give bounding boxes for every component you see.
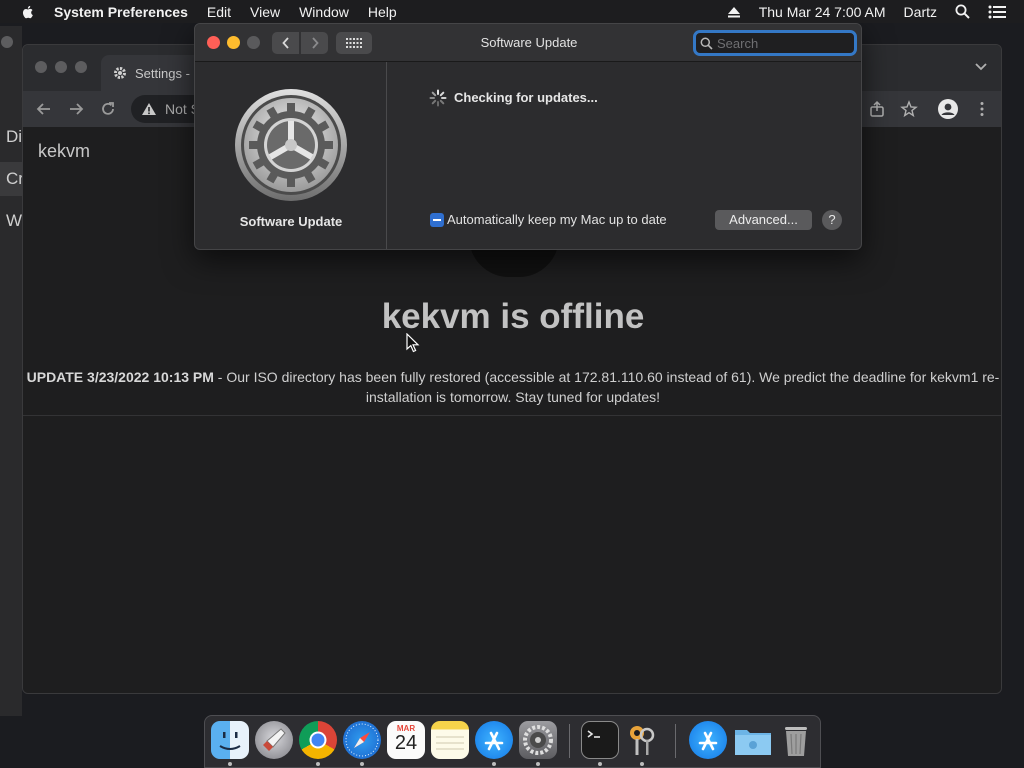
help-button[interactable]: ? bbox=[822, 210, 842, 230]
search-input[interactable] bbox=[717, 35, 837, 51]
notes-lines-icon bbox=[436, 736, 464, 750]
close-button[interactable] bbox=[207, 36, 220, 49]
share-icon[interactable] bbox=[868, 100, 886, 118]
menu-window[interactable]: Window bbox=[299, 4, 349, 20]
running-indicator bbox=[598, 762, 602, 766]
background-window-left: Di Cr W bbox=[0, 26, 24, 716]
search-field[interactable] bbox=[693, 30, 857, 56]
update-notice: UPDATE 3/23/2022 10:13 PM - Our ISO dire… bbox=[23, 367, 1001, 407]
back-arrow-icon[interactable] bbox=[35, 100, 53, 118]
app-store-a-icon bbox=[484, 731, 504, 751]
software-update-gear-icon bbox=[235, 89, 347, 201]
calendar-day: 24 bbox=[394, 732, 418, 754]
browser-close-button[interactable] bbox=[35, 61, 47, 73]
keychain-access-icon[interactable] bbox=[623, 721, 661, 759]
browser-minimize-button[interactable] bbox=[55, 61, 67, 73]
rocket-icon bbox=[263, 728, 286, 751]
chrome-icon[interactable] bbox=[299, 721, 337, 759]
menu-clock[interactable]: Thu Mar 24 7:00 AM bbox=[759, 4, 886, 20]
status-text: Checking for updates... bbox=[454, 90, 598, 105]
running-indicator bbox=[228, 762, 232, 766]
window-close-button[interactable] bbox=[1, 36, 13, 48]
search-icon bbox=[700, 37, 713, 50]
more-menu-icon[interactable] bbox=[973, 100, 991, 118]
dock-divider bbox=[675, 724, 676, 758]
auto-update-checkbox[interactable] bbox=[430, 213, 444, 227]
gear-icon bbox=[114, 67, 126, 79]
calendar-icon[interactable]: MAR 24 bbox=[387, 721, 425, 759]
dock-divider bbox=[569, 724, 570, 758]
sidebar-label: Software Update bbox=[239, 214, 343, 229]
running-indicator bbox=[536, 762, 540, 766]
launchpad-icon[interactable] bbox=[255, 721, 293, 759]
folder-icon bbox=[735, 730, 771, 755]
eject-icon[interactable] bbox=[727, 6, 741, 18]
terminal-icon[interactable] bbox=[581, 721, 619, 759]
safari-icon[interactable] bbox=[343, 721, 381, 759]
update-text: - Our ISO directory has been fully resto… bbox=[213, 369, 1000, 405]
spotlight-search-icon[interactable] bbox=[955, 4, 970, 19]
minimize-button[interactable] bbox=[227, 36, 240, 49]
gear-icon bbox=[523, 725, 553, 755]
menu-edit[interactable]: Edit bbox=[207, 4, 231, 20]
forward-arrow-icon[interactable] bbox=[67, 100, 85, 118]
keys-icon bbox=[630, 726, 655, 755]
software-update-window: Software Update Search Software Update C… bbox=[194, 23, 862, 250]
app-store-icon[interactable] bbox=[475, 721, 513, 759]
left-window-row[interactable]: W bbox=[0, 204, 22, 238]
grid-icon bbox=[346, 38, 362, 48]
trash-icon[interactable] bbox=[777, 721, 815, 759]
running-indicator bbox=[360, 762, 364, 766]
sidebar-panel: Software Update bbox=[195, 62, 387, 249]
menu-user[interactable]: Dartz bbox=[904, 4, 937, 20]
app-store-a-icon bbox=[698, 731, 718, 751]
profile-avatar-icon[interactable] bbox=[937, 98, 959, 120]
zoom-button[interactable] bbox=[247, 36, 260, 49]
auto-update-label[interactable]: Automatically keep my Mac up to date bbox=[447, 212, 667, 227]
compass-icon bbox=[345, 723, 379, 757]
trash-can-icon bbox=[785, 727, 807, 756]
loading-spinner-icon bbox=[429, 89, 447, 107]
apple-menu-icon[interactable] bbox=[20, 4, 36, 20]
chevron-right-icon bbox=[311, 37, 319, 49]
warning-icon bbox=[142, 103, 156, 115]
terminal-prompt-icon bbox=[587, 730, 600, 738]
left-window-row[interactable]: Di bbox=[0, 120, 22, 154]
reload-icon[interactable] bbox=[99, 100, 117, 118]
forward-button[interactable] bbox=[301, 32, 328, 54]
menu-app-name[interactable]: System Preferences bbox=[54, 4, 188, 20]
back-button[interactable] bbox=[272, 32, 299, 54]
chrome-center-icon bbox=[309, 731, 327, 749]
update-timestamp: UPDATE 3/23/2022 10:13 PM bbox=[26, 369, 214, 385]
left-window-row[interactable]: Cr bbox=[0, 162, 24, 196]
mouse-cursor-icon bbox=[406, 333, 420, 353]
bookmark-star-icon[interactable] bbox=[900, 100, 918, 118]
browser-zoom-button[interactable] bbox=[75, 61, 87, 73]
page-title: kekvm is offline bbox=[381, 297, 645, 336]
system-preferences-icon[interactable] bbox=[519, 721, 557, 759]
downloads-folder-icon[interactable] bbox=[733, 721, 771, 759]
site-brand[interactable]: kekvm bbox=[38, 141, 90, 162]
chevron-left-icon bbox=[281, 37, 289, 49]
tab-title: Settings - bbox=[135, 65, 190, 81]
finder-icon[interactable] bbox=[211, 721, 249, 759]
menu-bar: System Preferences Edit View Window Help… bbox=[0, 0, 1024, 23]
app-store-icon[interactable] bbox=[689, 721, 727, 759]
notification-center-icon[interactable] bbox=[988, 5, 1006, 19]
running-indicator bbox=[316, 762, 320, 766]
running-indicator bbox=[492, 762, 496, 766]
show-all-button[interactable] bbox=[336, 32, 372, 54]
menu-help[interactable]: Help bbox=[368, 4, 397, 20]
notes-icon[interactable] bbox=[431, 721, 469, 759]
finder-face-icon bbox=[219, 732, 241, 750]
checkbox-mark-icon bbox=[433, 219, 441, 221]
dock: MAR 24 bbox=[204, 715, 821, 768]
menu-view[interactable]: View bbox=[250, 4, 280, 20]
navigation-buttons bbox=[272, 32, 328, 54]
running-indicator bbox=[640, 762, 644, 766]
advanced-button[interactable]: Advanced... bbox=[715, 210, 812, 230]
chevron-down-icon[interactable] bbox=[975, 63, 987, 71]
divider bbox=[23, 415, 1001, 416]
